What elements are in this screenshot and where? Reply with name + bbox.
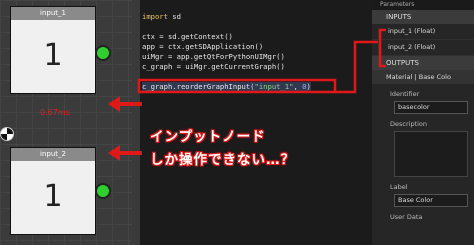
annotation-line-1: インプットノード bbox=[150, 129, 266, 145]
highlight-box bbox=[137, 78, 337, 94]
annotation-overlay bbox=[108, 28, 386, 161]
arrowhead-icon bbox=[108, 96, 120, 112]
inputs-bracket bbox=[378, 28, 386, 68]
arrowhead-icon bbox=[108, 145, 120, 161]
annotation-line-2: しか操作できない…？ bbox=[150, 152, 295, 168]
connector-line bbox=[335, 40, 378, 94]
